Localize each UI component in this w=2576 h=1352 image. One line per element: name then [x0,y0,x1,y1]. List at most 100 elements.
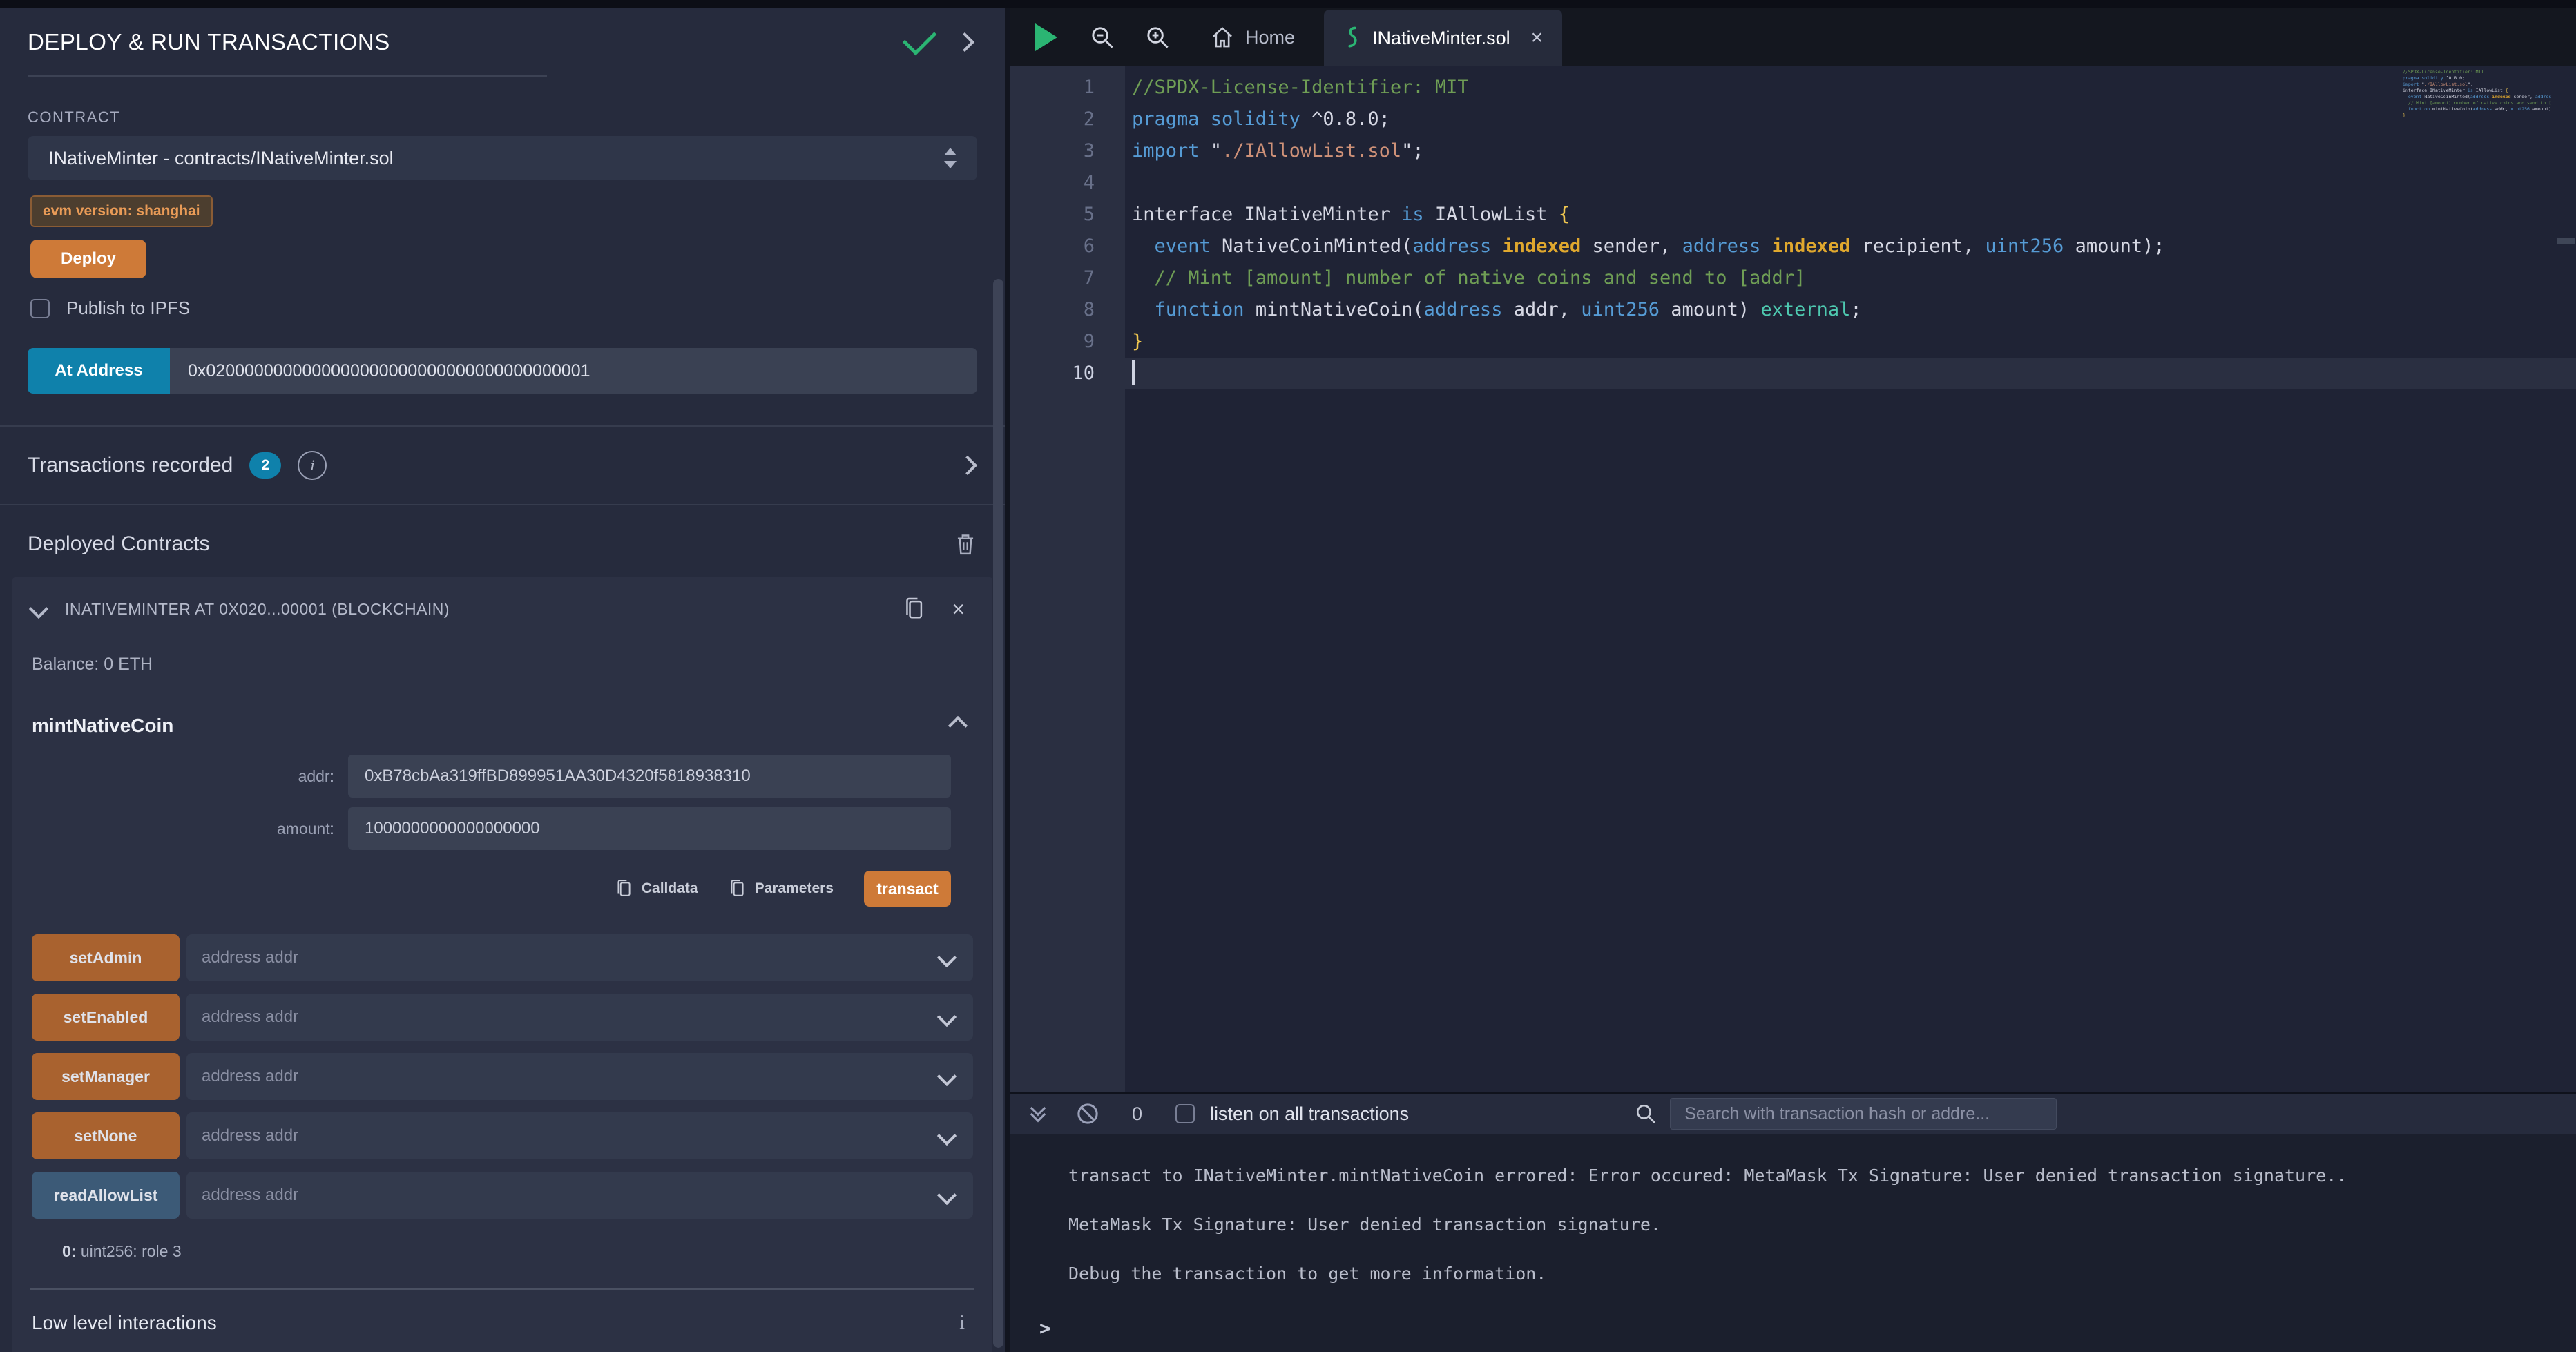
publish-to-ipfs-checkbox[interactable] [30,299,50,318]
zoom-out-icon[interactable] [1089,24,1115,50]
copy-icon[interactable] [903,597,924,621]
function-button[interactable]: setEnabled [32,994,180,1041]
chevron-right-icon[interactable] [958,456,977,475]
function-arg-input[interactable] [186,1126,921,1146]
top-strip [0,0,2576,8]
listen-label: listen on all transactions [1210,1103,1409,1125]
info-icon: i [959,1312,965,1334]
chevron-down-icon[interactable] [29,599,48,619]
calldata-copy-button[interactable]: Calldata [615,879,698,898]
terminal-toolbar: 0 listen on all transactions [1010,1094,2576,1134]
low-level-header: Low level interactions i [32,1312,965,1334]
code-line[interactable]: pragma solidity ^0.8.0; [1125,104,2576,135]
function-arg-input[interactable] [186,1007,921,1027]
param-row-amount: amount: [12,807,951,850]
code-line[interactable] [1125,167,2576,199]
code-line[interactable]: } [1125,326,2576,358]
instance-header[interactable]: INATIVEMINTER AT 0X020...00001 (BLOCKCHA… [12,597,992,621]
publish-row: Publish to IPFS [30,298,1005,319]
panel-header: DEPLOY & RUN TRANSACTIONS [28,29,977,55]
terminal-log-line: MetaMask Tx Signature: User denied trans… [1068,1215,2548,1235]
function-button[interactable]: readAllowList [32,1172,180,1219]
tab-home[interactable]: Home [1211,26,1295,49]
chevron-down-icon[interactable] [937,1067,957,1086]
terminal: 0 listen on all transactions > transact … [1010,1092,2576,1352]
deploy-run-panel: DEPLOY & RUN TRANSACTIONS CONTRACT INati… [0,0,1005,1352]
pending-tx-count: 0 [1132,1103,1142,1125]
contract-label: CONTRACT [28,108,977,126]
param-label: amount: [12,820,348,838]
chevron-down-icon[interactable] [937,948,957,967]
addr-input[interactable] [348,755,951,798]
code-line[interactable]: // Mint [amount] number of native coins … [1125,262,2576,294]
terminal-body: > transact to INativeMinter.mintNativeCo… [1010,1134,2576,1352]
ban-icon[interactable] [1075,1101,1100,1126]
chevron-down-icon[interactable] [937,1186,957,1205]
code-line[interactable] [1125,358,2576,389]
terminal-prompt[interactable]: > [1039,1317,1051,1340]
code-editor[interactable]: 12345678910 //SPDX-License-Identifier: M… [1010,66,2576,1092]
close-icon[interactable]: × [952,598,965,620]
search-icon [1634,1102,1657,1126]
at-address-row: At Address [28,348,977,394]
code-area[interactable]: //SPDX-License-Identifier: MITpragma sol… [1125,66,2576,1092]
divider [30,1288,974,1290]
editor-gutter: 12345678910 [1010,66,1125,1092]
parameters-copy-button[interactable]: Parameters [729,879,834,898]
low-level-title: Low level interactions [32,1312,217,1334]
home-icon [1211,26,1234,49]
transactions-count-badge: 2 [249,452,281,479]
play-icon[interactable] [1035,23,1057,51]
close-icon[interactable]: × [1531,26,1544,50]
function-row: readAllowList [32,1172,973,1219]
deployed-contracts-title: Deployed Contracts [28,532,209,556]
contract-select[interactable]: INativeMinter - contracts/INativeMinter.… [28,136,977,180]
transactions-recorded-row[interactable]: Transactions recorded 2 i [0,425,1005,505]
function-arg-input[interactable] [186,1186,921,1205]
instance-title: INATIVEMINTER AT 0X020...00001 (BLOCKCHA… [65,600,450,619]
function-row: setNone [32,1112,973,1159]
minimap[interactable]: //SPDX-License-Identifier: MITpragma sol… [2403,69,2551,119]
overview-ruler-marker [2557,238,2575,244]
amount-input[interactable] [348,807,951,850]
listen-all-transactions-checkbox[interactable] [1175,1104,1195,1123]
terminal-search-input[interactable] [1670,1098,2057,1130]
evm-version-badge: evm version: shanghai [30,195,213,227]
param-row-addr: addr: [12,755,951,798]
expanded-function-header[interactable]: mintNativeCoin [12,675,992,737]
code-line[interactable]: //SPDX-License-Identifier: MIT [1125,72,2576,104]
code-line[interactable]: interface INativeMinter is IAllowList { [1125,199,2576,231]
transact-button[interactable]: transact [864,871,951,907]
editor-tabbar: Home INativeMinter.sol × [1010,8,2576,66]
function-arg-input[interactable] [186,948,921,967]
function-actions-row: Calldata Parameters transact [12,871,951,907]
function-button[interactable]: setManager [32,1053,180,1100]
tab-inativeminter[interactable]: INativeMinter.sol × [1324,10,1562,66]
instance-balance: Balance: 0 ETH [12,621,992,675]
collapse-panel-icon[interactable] [955,32,974,51]
solidity-icon [1343,26,1360,50]
deployed-contracts-header: Deployed Contracts [28,532,977,557]
function-row: setEnabled [32,994,973,1041]
at-address-button[interactable]: At Address [28,348,170,394]
zoom-in-icon[interactable] [1144,24,1171,50]
function-button[interactable]: setAdmin [32,934,180,981]
chevron-down-icon[interactable] [937,1126,957,1146]
function-arg-input[interactable] [186,1067,921,1086]
code-line[interactable]: event NativeCoinMinted(address indexed s… [1125,231,2576,262]
panel-scrollbar-thumb[interactable] [993,279,1003,1348]
function-button[interactable]: setNone [32,1112,180,1159]
deploy-button[interactable]: Deploy [30,240,146,278]
code-line[interactable]: function mintNativeCoin(address addr, ui… [1125,294,2576,326]
terminal-log-line: Debug the transaction to get more inform… [1068,1264,2548,1284]
contract-instance-card: INATIVEMINTER AT 0X020...00001 (BLOCKCHA… [12,577,992,1352]
chevron-down-icon[interactable] [937,1007,957,1027]
select-stepper-icon[interactable] [944,148,957,168]
double-chevron-down-icon[interactable] [1032,1108,1044,1120]
code-line[interactable]: import "./IAllowList.sol"; [1125,135,2576,167]
call-result: 0: uint256: role 3 [62,1242,992,1261]
at-address-input[interactable] [170,348,977,394]
chevron-up-icon[interactable] [948,716,968,735]
trash-icon[interactable] [954,532,977,557]
remix-app: DEPLOY & RUN TRANSACTIONS CONTRACT INati… [0,0,2576,1352]
